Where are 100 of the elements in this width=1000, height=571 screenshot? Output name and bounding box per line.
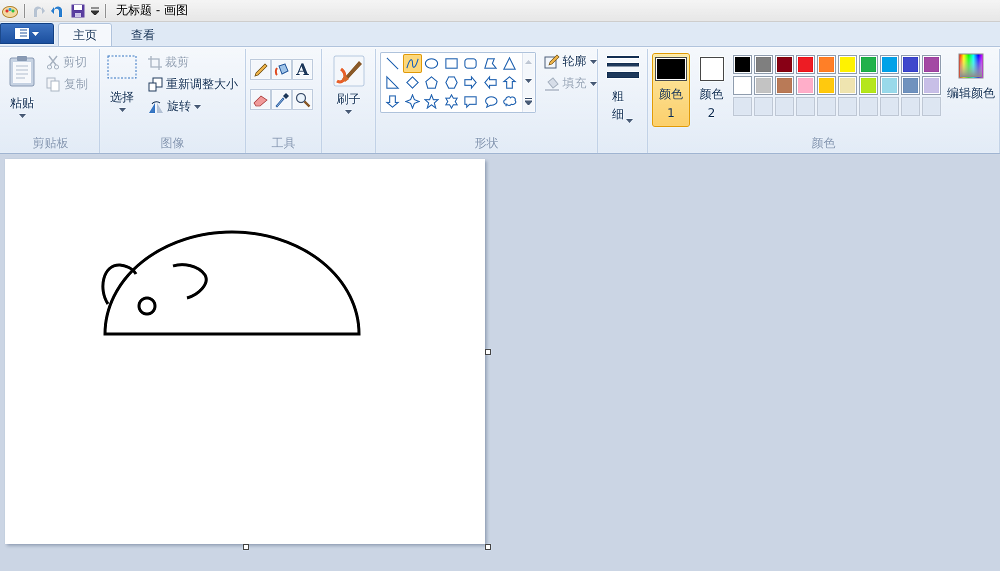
paintbrush-icon: [332, 55, 364, 87]
pentagon-shape-icon: [424, 75, 439, 90]
color-selector-button[interactable]: 颜色 1: [652, 53, 690, 127]
color-picker-icon: [274, 92, 290, 108]
text-tool[interactable]: A: [292, 59, 313, 80]
palette-color[interactable]: [796, 76, 815, 95]
dropdown-caret-icon: [32, 32, 39, 36]
group-label: 图像: [160, 135, 184, 151]
palette-color[interactable]: [754, 55, 773, 74]
resize-handle[interactable]: [243, 544, 249, 550]
shape-button[interactable]: [402, 54, 422, 73]
palette-color[interactable]: [754, 76, 773, 95]
palette-color[interactable]: [859, 55, 878, 74]
palette-color[interactable]: [838, 76, 857, 95]
polygon-shape-icon: [482, 56, 498, 71]
rectangle-shape-icon: [444, 56, 458, 71]
file-menu-button[interactable]: [0, 23, 54, 44]
palette-color[interactable]: [775, 55, 794, 74]
custom-color-slot[interactable]: [838, 97, 857, 116]
hexagon-shape-icon: [444, 75, 458, 90]
palette-color[interactable]: [733, 76, 752, 95]
select-button[interactable]: 选择: [104, 53, 140, 114]
palette-color[interactable]: [817, 76, 836, 95]
magnifier-tool[interactable]: [292, 89, 313, 110]
palette-color[interactable]: [901, 55, 920, 74]
dropdown-caret-icon: [626, 119, 633, 123]
custom-color-slot[interactable]: [733, 97, 752, 116]
scissors-icon: [46, 55, 60, 70]
palette-color[interactable]: [775, 76, 794, 95]
palette-color[interactable]: [796, 55, 815, 74]
clipboard-icon: [9, 55, 35, 87]
resize-icon: [148, 77, 163, 92]
palette-color[interactable]: [817, 55, 836, 74]
ribbon-tab[interactable]: 查看: [116, 23, 170, 46]
five-point-star-icon: [424, 94, 439, 109]
oval-callout-icon: [482, 94, 498, 109]
ribbon-tab[interactable]: 主页: [58, 23, 112, 46]
brushes-button[interactable]: 刷子: [330, 53, 368, 116]
custom-color-slot[interactable]: [775, 97, 794, 116]
palette-color[interactable]: [880, 76, 899, 95]
group-label: 形状: [474, 135, 498, 151]
resize-button[interactable]: 重新调整大小: [146, 75, 240, 94]
resize-handle[interactable]: [485, 349, 491, 355]
fill-tool[interactable]: [271, 59, 292, 80]
palette-color[interactable]: [880, 55, 899, 74]
paint-bucket-icon: [274, 62, 290, 78]
dropdown-caret-icon: [118, 108, 126, 112]
shape-button[interactable]: [422, 92, 441, 111]
paste-button[interactable]: 粘贴: [6, 53, 38, 120]
dropdown-caret-icon: [590, 82, 596, 86]
line-thickness-icon: [606, 55, 638, 81]
custom-color-slot[interactable]: [817, 97, 836, 116]
customize-dropdown-icon[interactable]: [91, 6, 99, 14]
edit-colors-button[interactable]: 编辑颜色: [947, 53, 995, 102]
undo-icon[interactable]: [51, 4, 65, 18]
palette-color[interactable]: [922, 55, 941, 74]
oval-shape-icon: [424, 56, 439, 71]
line-size-button[interactable]: 粗细: [604, 53, 642, 125]
selection-rectangle-icon: [107, 55, 137, 79]
paint-bucket-icon: [544, 76, 560, 92]
custom-color-slot[interactable]: [901, 97, 920, 116]
save-icon[interactable]: [71, 4, 85, 18]
palette-color[interactable]: [733, 55, 752, 74]
menu-icon: [15, 28, 29, 39]
dropdown-caret-icon: [18, 114, 26, 118]
dropdown-caret-icon: [194, 104, 201, 108]
rectangle-callout-icon: [463, 94, 478, 109]
curve-shape-icon: [404, 56, 420, 71]
rounded-rectangle-shape-icon: [463, 56, 478, 71]
palette-color[interactable]: [859, 76, 878, 95]
palette-color[interactable]: [922, 76, 941, 95]
paint-app-icon: [2, 4, 18, 18]
group-label: 工具: [272, 135, 296, 151]
pencil-icon: [252, 62, 268, 78]
custom-color-slot[interactable]: [922, 97, 941, 116]
outline-button[interactable]: 轮廓: [542, 52, 598, 71]
custom-color-slot[interactable]: [859, 97, 878, 116]
custom-color-slot[interactable]: [754, 97, 773, 116]
palette-color[interactable]: [901, 76, 920, 95]
expand-gallery-icon[interactable]: [525, 98, 532, 105]
color-picker-tool[interactable]: [271, 89, 292, 110]
eraser-tool[interactable]: [250, 89, 271, 110]
palette-color[interactable]: [838, 55, 857, 74]
pencil-outline-icon: [544, 54, 560, 70]
cloud-callout-icon: [502, 94, 517, 109]
scroll-down-icon[interactable]: [525, 78, 532, 83]
triangle-shape-icon: [502, 56, 517, 71]
six-point-star-icon: [444, 94, 458, 109]
dropdown-caret-icon: [590, 60, 596, 64]
window-title: 无标题 - 画图: [116, 2, 188, 19]
rotate-button[interactable]: 旋转: [146, 97, 240, 116]
copy-icon: [46, 77, 61, 92]
shape-button[interactable]: [402, 92, 422, 111]
color-selector-button[interactable]: 颜色 2: [694, 53, 729, 127]
custom-color-slot[interactable]: [796, 97, 815, 116]
custom-color-slot[interactable]: [880, 97, 899, 116]
group-label: 剪贴板: [32, 135, 68, 151]
resize-handle[interactable]: [485, 544, 491, 550]
right-triangle-shape-icon: [385, 75, 400, 90]
pencil-tool[interactable]: [250, 59, 271, 80]
